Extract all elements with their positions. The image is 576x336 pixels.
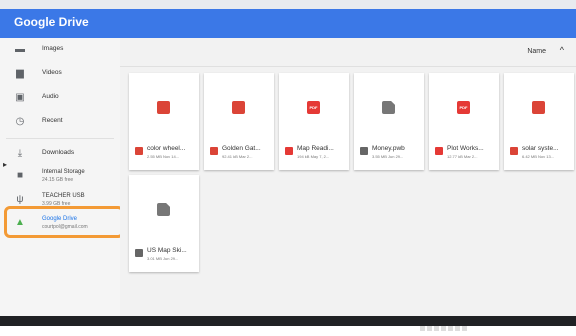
tray-icon [441,326,446,331]
file-meta: 194 kB May 7, 2... [297,154,330,159]
file-name: Golden Gat... [222,145,261,152]
download-icon: ⤓ [17,148,23,159]
sidebar-item-label: TEACHER USB [42,193,85,199]
file-card[interactable]: US Map Ski... 3.01 MB Jun 29... [129,175,199,272]
image-icon: ▬ [15,44,25,55]
file-name: Money.pwb [372,145,405,152]
storage-free-text: 24.15 GB free [42,177,74,183]
image-icon [232,101,245,114]
file-meta: 92.41 kB Mar 2... [222,154,253,159]
pdf-file-icon [435,147,443,155]
file-card[interactable]: color wheel... 2.55 MB Nov 14... [129,73,199,170]
document-file-icon [135,249,143,257]
file-thumbnail: PDF [279,73,349,141]
sidebar: ▬ Images ▆ Videos ▣ Audio ◷ Recent ⤓ Dow… [0,38,120,316]
usb-icon: ψ [16,194,24,205]
file-thumbnail [129,175,199,243]
sidebar-item-label: Audio [42,93,59,100]
sidebar-item-images[interactable]: ▬ Images [0,38,120,62]
file-thumbnail [204,73,274,141]
tray-icon [420,326,425,331]
file-card[interactable]: solar syste... 6.42 MB Nov 13... [504,73,574,170]
sidebar-item-label: Downloads [42,149,75,156]
tray-icon [455,326,460,331]
sidebar-item-recent[interactable]: ◷ Recent [0,110,120,134]
tray-icon [434,326,439,331]
file-grid-area: Name ^ color wheel... 2.55 MB Nov 14... … [120,38,576,316]
file-meta: 3.01 MB Jun 29... [147,256,179,261]
document-icon [382,101,395,114]
sidebar-item-audio[interactable]: ▣ Audio [0,86,120,110]
file-card[interactable]: PDF Map Readi... 194 kB May 7, 2... [279,73,349,170]
sidebar-item-downloads[interactable]: ⤓ Downloads [0,142,120,166]
file-meta: 2.55 MB Nov 14... [147,154,180,159]
file-thumbnail [354,73,424,141]
image-icon [157,101,170,114]
sidebar-divider [6,138,114,139]
document-file-icon [360,147,368,155]
file-name: Plot Works... [447,145,484,152]
sidebar-item-label: Internal Storage [42,169,85,175]
expand-arrow-icon[interactable]: ▸ [3,160,7,169]
file-thumbnail: PDF [429,73,499,141]
image-file-icon [135,147,143,155]
document-icon [157,203,170,216]
pdf-file-icon [285,147,293,155]
file-meta: 3.55 MB Jun 29... [372,154,404,159]
file-thumbnail [129,73,199,141]
file-thumbnail [504,73,574,141]
app-header: Google Drive [0,9,576,38]
status-tray[interactable] [420,318,469,331]
sort-arrow-icon[interactable]: ^ [560,45,564,55]
sidebar-item-label: Images [42,45,64,52]
pdf-icon: PDF [307,101,320,114]
file-card[interactable]: PDF Plot Works... 12.77 kB Mar 2... [429,73,499,170]
pdf-icon: PDF [457,101,470,114]
file-name: solar syste... [522,145,559,152]
file-meta: 12.77 kB Mar 2... [447,154,478,159]
highlight-box [4,206,124,238]
tray-icon [462,326,467,331]
file-name: US Map Ski... [147,247,187,254]
sort-name-button[interactable]: Name [527,48,546,55]
file-card[interactable]: Money.pwb 3.55 MB Jun 29... [354,73,424,170]
sidebar-item-label: Videos [42,69,62,76]
system-shelf [0,316,576,326]
clock-icon: ◷ [15,116,25,127]
tray-icon [427,326,432,331]
sidebar-item-videos[interactable]: ▆ Videos [0,62,120,86]
sidebar-item-internal-storage[interactable]: ■ Internal Storage 24.15 GB free [0,164,120,188]
audio-icon: ▣ [15,92,25,103]
folder-icon: ■ [16,170,24,181]
image-icon [532,101,545,114]
file-name: Map Readi... [297,145,334,152]
file-card[interactable]: Golden Gat... 92.41 kB Mar 2... [204,73,274,170]
image-file-icon [210,147,218,155]
sidebar-item-label: Recent [42,117,63,124]
file-meta: 6.42 MB Nov 13... [522,154,555,159]
image-file-icon [510,147,518,155]
tray-icon [448,326,453,331]
video-icon: ▆ [16,68,24,79]
app-title: Google Drive [14,15,89,29]
toolbar: Name ^ [120,38,576,67]
file-name: color wheel... [147,145,186,152]
